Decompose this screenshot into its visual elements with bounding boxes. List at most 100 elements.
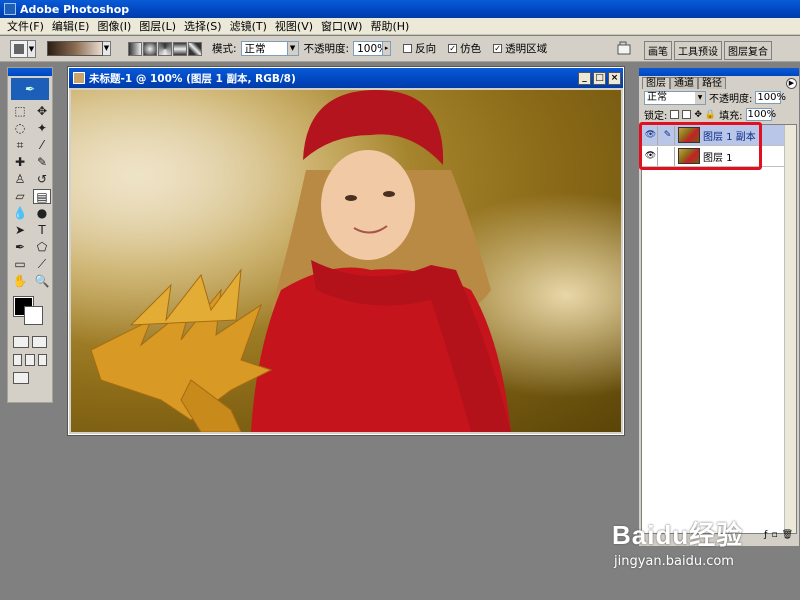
layer-row[interactable]: 👁 图层 1 (642, 146, 796, 167)
tab-paths[interactable]: 路径 (698, 77, 726, 89)
reverse-checkbox[interactable] (403, 44, 413, 53)
document-titlebar[interactable]: 未标题-1 @ 100% (图层 1 副本, RGB/8) _ □ × (69, 68, 623, 88)
tab-channels[interactable]: 通道 (670, 77, 698, 89)
maximize-button[interactable]: □ (593, 71, 606, 85)
menu-window[interactable]: 窗口(W) (317, 18, 366, 34)
slice-tool-icon[interactable]: ⁄ (33, 138, 51, 153)
brush-tool-icon[interactable]: ✎ (33, 155, 51, 170)
healing-brush-icon[interactable]: ✚ (11, 155, 29, 170)
eye-icon[interactable]: 👁 (644, 125, 658, 145)
link-slot-icon[interactable] (661, 146, 675, 166)
fill-input[interactable]: 100% (745, 108, 776, 121)
document-icon (73, 72, 85, 84)
palette-well: 画笔 工具预设 图层复合 (642, 38, 800, 60)
photo-girl-with-leaves (71, 90, 621, 432)
zoom-tool-icon[interactable]: 🔍 (33, 274, 51, 289)
menu-layer[interactable]: 图层(L) (135, 18, 180, 34)
gradient-type-buttons (128, 41, 202, 56)
screen-mode-standard-icon[interactable] (13, 354, 23, 366)
menu-view[interactable]: 视图(V) (271, 18, 317, 34)
layers-panel: 图层 通道 路径 ▶ 正常 ▼ 不透明度: 100% 锁定: ✥ 🔒 填充: 1… (638, 67, 800, 547)
move-tool-icon[interactable]: ✥ (33, 104, 51, 119)
layer-row[interactable]: 👁 ✎ 图层 1 副本 (642, 125, 796, 146)
eye-icon[interactable]: 👁 (644, 146, 658, 166)
menu-select[interactable]: 选择(S) (180, 18, 226, 34)
diamond-gradient-icon[interactable] (188, 41, 202, 56)
blend-mode-value: 正常 (647, 91, 667, 103)
lock-pixels-icon[interactable] (682, 110, 692, 119)
quick-mask-icon[interactable] (31, 336, 47, 348)
file-browser-icon[interactable] (617, 41, 631, 55)
menu-filter[interactable]: 滤镜(T) (226, 18, 271, 34)
blur-tool-icon[interactable]: 💧 (11, 206, 29, 221)
dodge-tool-icon[interactable]: ● (33, 206, 51, 221)
document-title: 未标题-1 @ 100% (图层 1 副本, RGB/8) (89, 72, 296, 85)
layer-opacity-input[interactable]: 100% (755, 91, 786, 104)
standard-mode-icon[interactable] (13, 336, 29, 348)
menu-file[interactable]: 文件(F) (3, 18, 48, 34)
radial-gradient-icon[interactable] (143, 41, 157, 56)
marquee-tool-icon[interactable]: ⬚ (11, 104, 29, 119)
panel-menu-icon[interactable]: ▶ (786, 78, 797, 89)
lock-all-icon[interactable]: 🔒 (705, 110, 716, 120)
menu-help[interactable]: 帮助(H) (366, 18, 413, 34)
eraser-tool-icon[interactable]: ▱ (11, 189, 29, 204)
gradient-swatch[interactable] (47, 41, 103, 56)
app-title: Adobe Photoshop (20, 2, 130, 16)
opacity-input[interactable]: 100% ▸ (353, 41, 392, 56)
menu-image[interactable]: 图像(I) (93, 18, 135, 34)
photoshop-logo-icon (4, 3, 16, 15)
jump-row (8, 369, 52, 387)
transparency-checkbox[interactable]: ✓ (493, 44, 503, 53)
tab-layers[interactable]: 图层 (642, 77, 670, 89)
shape-tool-icon[interactable]: ⬠ (33, 240, 51, 255)
blend-mode-select[interactable]: 正常 ▼ (644, 90, 706, 105)
mode-select[interactable]: 正常 ▼ (240, 41, 299, 56)
layers-panel-header[interactable] (639, 68, 799, 76)
hand-tool-icon[interactable]: ✋ (11, 274, 29, 289)
minimize-button[interactable]: _ (578, 71, 591, 85)
tool-preset-dropdown[interactable]: ▼ (28, 39, 36, 58)
color-swatches (11, 295, 49, 329)
background-color-swatch[interactable] (24, 306, 43, 325)
type-tool-icon[interactable]: T (33, 223, 51, 238)
gradient-dropdown[interactable]: ▼ (103, 41, 111, 56)
layer-name: 图层 1 (703, 152, 733, 164)
clone-stamp-icon[interactable]: ♙ (11, 172, 29, 187)
mask-mode-row (8, 333, 52, 351)
dither-checkbox[interactable]: ✓ (448, 44, 458, 53)
image-canvas[interactable] (71, 90, 621, 432)
brush-link-icon[interactable]: ✎ (661, 125, 675, 145)
lasso-tool-icon[interactable]: ◌ (11, 121, 29, 136)
tab-tool-presets[interactable]: 工具预设 (674, 41, 722, 60)
screen-mode-full-menu-icon[interactable] (25, 354, 35, 366)
crop-tool-icon[interactable]: ⌗ (11, 138, 29, 153)
menu-edit[interactable]: 编辑(E) (48, 18, 94, 34)
tab-brushes[interactable]: 画笔 (644, 41, 672, 60)
reflected-gradient-icon[interactable] (173, 41, 187, 56)
eyedropper-icon[interactable]: ⟋ (33, 257, 51, 272)
tab-layer-comps[interactable]: 图层复合 (724, 41, 772, 60)
angle-gradient-icon[interactable] (158, 41, 172, 56)
dither-label: 仿色 (460, 43, 482, 55)
jump-to-imageready-icon[interactable] (13, 372, 29, 384)
linear-gradient-icon[interactable] (128, 41, 142, 56)
lock-position-icon[interactable]: ✥ (694, 110, 702, 120)
watermark-url: jingyan.baidu.com (614, 554, 734, 569)
menu-bar: 文件(F) 编辑(E) 图像(I) 图层(L) 选择(S) 滤镜(T) 视图(V… (0, 18, 800, 35)
notes-tool-icon[interactable]: ▭ (11, 257, 29, 272)
tool-preset-icon[interactable] (10, 39, 28, 58)
lock-transparency-icon[interactable] (670, 110, 680, 119)
magic-wand-icon[interactable]: ✦ (33, 121, 51, 136)
path-select-icon[interactable]: ➤ (11, 223, 29, 238)
feather-logo-icon[interactable]: ✒ (11, 78, 49, 100)
close-button[interactable]: × (608, 71, 621, 85)
screen-mode-full-icon[interactable] (37, 354, 47, 366)
history-brush-icon[interactable]: ↺ (33, 172, 51, 187)
lock-row: 锁定: ✥ 🔒 填充: 100% (639, 106, 799, 123)
layers-scrollbar[interactable] (784, 125, 796, 533)
pen-tool-icon[interactable]: ✒ (11, 240, 29, 255)
gradient-tool-icon[interactable]: ▤ (33, 189, 51, 204)
toolbox-header[interactable] (8, 68, 52, 76)
watermark: Baidu经验 jingyan.baidu.com (612, 515, 792, 585)
